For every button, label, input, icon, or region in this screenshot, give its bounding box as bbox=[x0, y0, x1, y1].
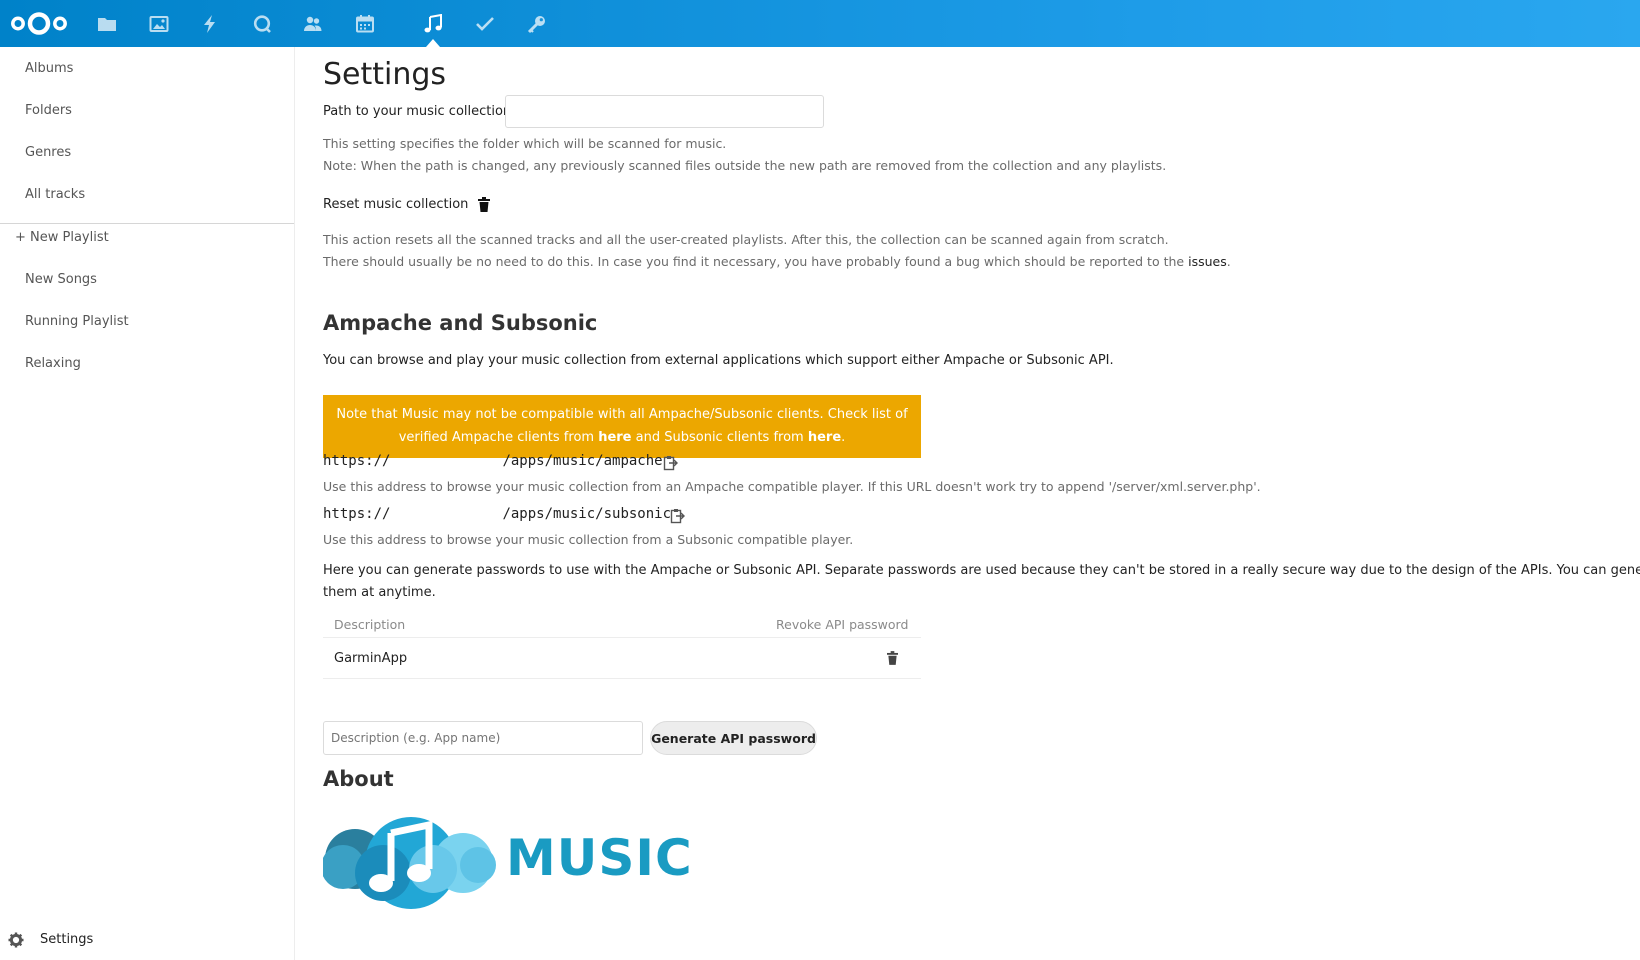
ampache-help: Use this address to browse your music co… bbox=[323, 479, 1261, 494]
nextcloud-logo[interactable] bbox=[9, 10, 69, 37]
copy-subsonic-icon[interactable] bbox=[670, 508, 686, 524]
cloud-music-logo-icon bbox=[321, 817, 496, 909]
copy-ampache-icon[interactable] bbox=[663, 455, 679, 471]
subsonic-url: https:// /apps/music/subsonic bbox=[323, 506, 671, 522]
ampache-heading: Ampache and Subsonic bbox=[323, 311, 598, 335]
path-label: Path to your music collection: bbox=[323, 104, 516, 119]
warning-line-2: verified Ampache clients from here and S… bbox=[323, 426, 921, 449]
col-description: Description bbox=[334, 617, 406, 632]
ampache-intro: You can browse and play your music colle… bbox=[323, 353, 1114, 368]
calendar-icon[interactable] bbox=[347, 8, 383, 40]
ampache-url-suffix: /apps/music/ampache bbox=[502, 453, 663, 469]
reset-help-2-row: There should usually be no need to do th… bbox=[323, 254, 1231, 269]
col-revoke: Revoke API password bbox=[776, 617, 909, 632]
settings-toggle[interactable]: Settings bbox=[8, 925, 93, 955]
warning-text-b: and Subsonic clients from bbox=[631, 430, 808, 445]
ampache-url-prefix: https:// bbox=[323, 453, 391, 469]
compatibility-warning: Note that Music may not be compatible wi… bbox=[323, 395, 921, 458]
passwords-help-1: Here you can generate passwords to use w… bbox=[323, 563, 1640, 578]
api-description-input[interactable] bbox=[323, 721, 643, 755]
ampache-clients-link[interactable]: here bbox=[598, 430, 631, 445]
subsonic-url-prefix: https:// bbox=[323, 506, 391, 522]
app-navigation: Albums Folders Genres All tracks + New P… bbox=[0, 47, 295, 960]
music-path-input[interactable] bbox=[505, 95, 824, 128]
nav-genres[interactable]: Genres bbox=[0, 131, 294, 175]
nav-all-tracks[interactable]: All tracks bbox=[0, 173, 294, 217]
path-help-1: This setting specifies the folder which … bbox=[323, 136, 727, 151]
gear-icon bbox=[8, 932, 24, 948]
talk-icon[interactable] bbox=[244, 8, 280, 40]
nav-albums[interactable]: Albums bbox=[0, 47, 294, 91]
warning-text-a: verified Ampache clients from bbox=[398, 430, 599, 445]
path-help-2: Note: When the path is changed, any prev… bbox=[323, 158, 1167, 173]
reset-help-2: There should usually be no need to do th… bbox=[323, 254, 1185, 269]
settings-label: Settings bbox=[40, 932, 94, 947]
ampache-url: https:// /apps/music/ampache bbox=[323, 453, 663, 469]
passwords-help-2: them at anytime. bbox=[323, 585, 436, 600]
warning-line-1: Note that Music may not be compatible wi… bbox=[336, 407, 908, 422]
reset-help-end: . bbox=[1226, 254, 1231, 269]
subsonic-url-suffix: /apps/music/subsonic bbox=[502, 506, 672, 522]
issues-link[interactable]: issues bbox=[1188, 254, 1227, 269]
files-icon[interactable] bbox=[89, 8, 125, 40]
subsonic-help: Use this address to browse your music co… bbox=[323, 532, 854, 547]
reset-label: Reset music collection bbox=[323, 197, 469, 212]
playlist-relaxing[interactable]: Relaxing bbox=[0, 342, 294, 386]
active-app-indicator bbox=[426, 39, 440, 47]
nav-folders[interactable]: Folders bbox=[0, 89, 294, 133]
reset-collection-row: Reset music collection bbox=[323, 197, 491, 212]
playlist-running[interactable]: Running Playlist bbox=[0, 300, 294, 344]
generate-api-password-button[interactable]: Generate API password bbox=[650, 721, 817, 755]
settings-content: Settings Path to your music collection: … bbox=[321, 47, 1640, 960]
trash-icon[interactable] bbox=[478, 197, 491, 212]
top-header bbox=[0, 0, 1640, 47]
table-row-description: GarminApp bbox=[334, 651, 408, 666]
page-title: Settings bbox=[323, 57, 447, 92]
tasks-icon[interactable] bbox=[467, 8, 503, 40]
music-app-logo: MUSIC bbox=[321, 803, 692, 913]
revoke-trash-icon[interactable] bbox=[887, 651, 898, 665]
playlist-new-songs[interactable]: New Songs bbox=[0, 258, 294, 302]
passwords-icon[interactable] bbox=[519, 8, 555, 40]
about-heading: About bbox=[323, 767, 394, 791]
music-icon[interactable] bbox=[415, 8, 451, 40]
music-logo-text: MUSIC bbox=[506, 829, 693, 887]
new-playlist-button[interactable]: + New Playlist bbox=[0, 216, 294, 260]
table-header-divider bbox=[323, 637, 921, 638]
photos-icon[interactable] bbox=[141, 8, 177, 40]
activity-icon[interactable] bbox=[192, 8, 228, 40]
warning-text-c: . bbox=[841, 430, 846, 445]
table-row-divider bbox=[323, 678, 921, 679]
contacts-icon[interactable] bbox=[295, 8, 331, 40]
reset-help-1: This action resets all the scanned track… bbox=[323, 232, 1169, 247]
subsonic-clients-link[interactable]: here bbox=[808, 430, 841, 445]
